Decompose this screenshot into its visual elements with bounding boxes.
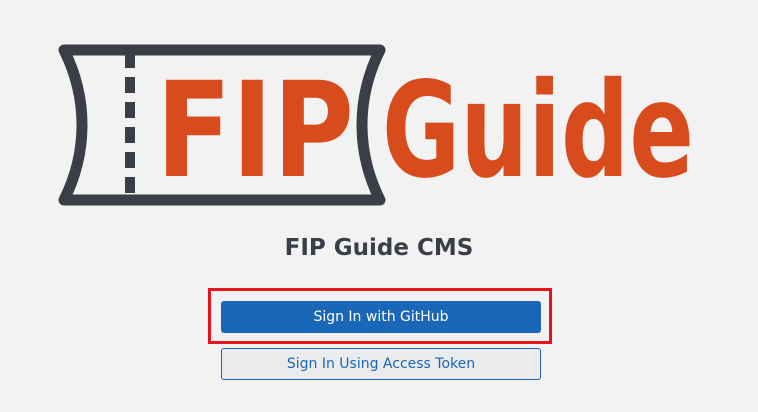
- page-title: FIP Guide CMS: [284, 235, 474, 261]
- logo-text-fip: FIP: [156, 54, 354, 208]
- sign-in-github-button[interactable]: Sign In with GitHub: [221, 301, 541, 333]
- fip-guide-logo: FIP Guide: [58, 44, 694, 208]
- logo-text-guide: Guide: [382, 54, 694, 208]
- login-page: FIP Guide FIP Guide CMS Sign In with Git…: [0, 0, 758, 412]
- sign-in-access-token-button[interactable]: Sign In Using Access Token: [221, 348, 541, 380]
